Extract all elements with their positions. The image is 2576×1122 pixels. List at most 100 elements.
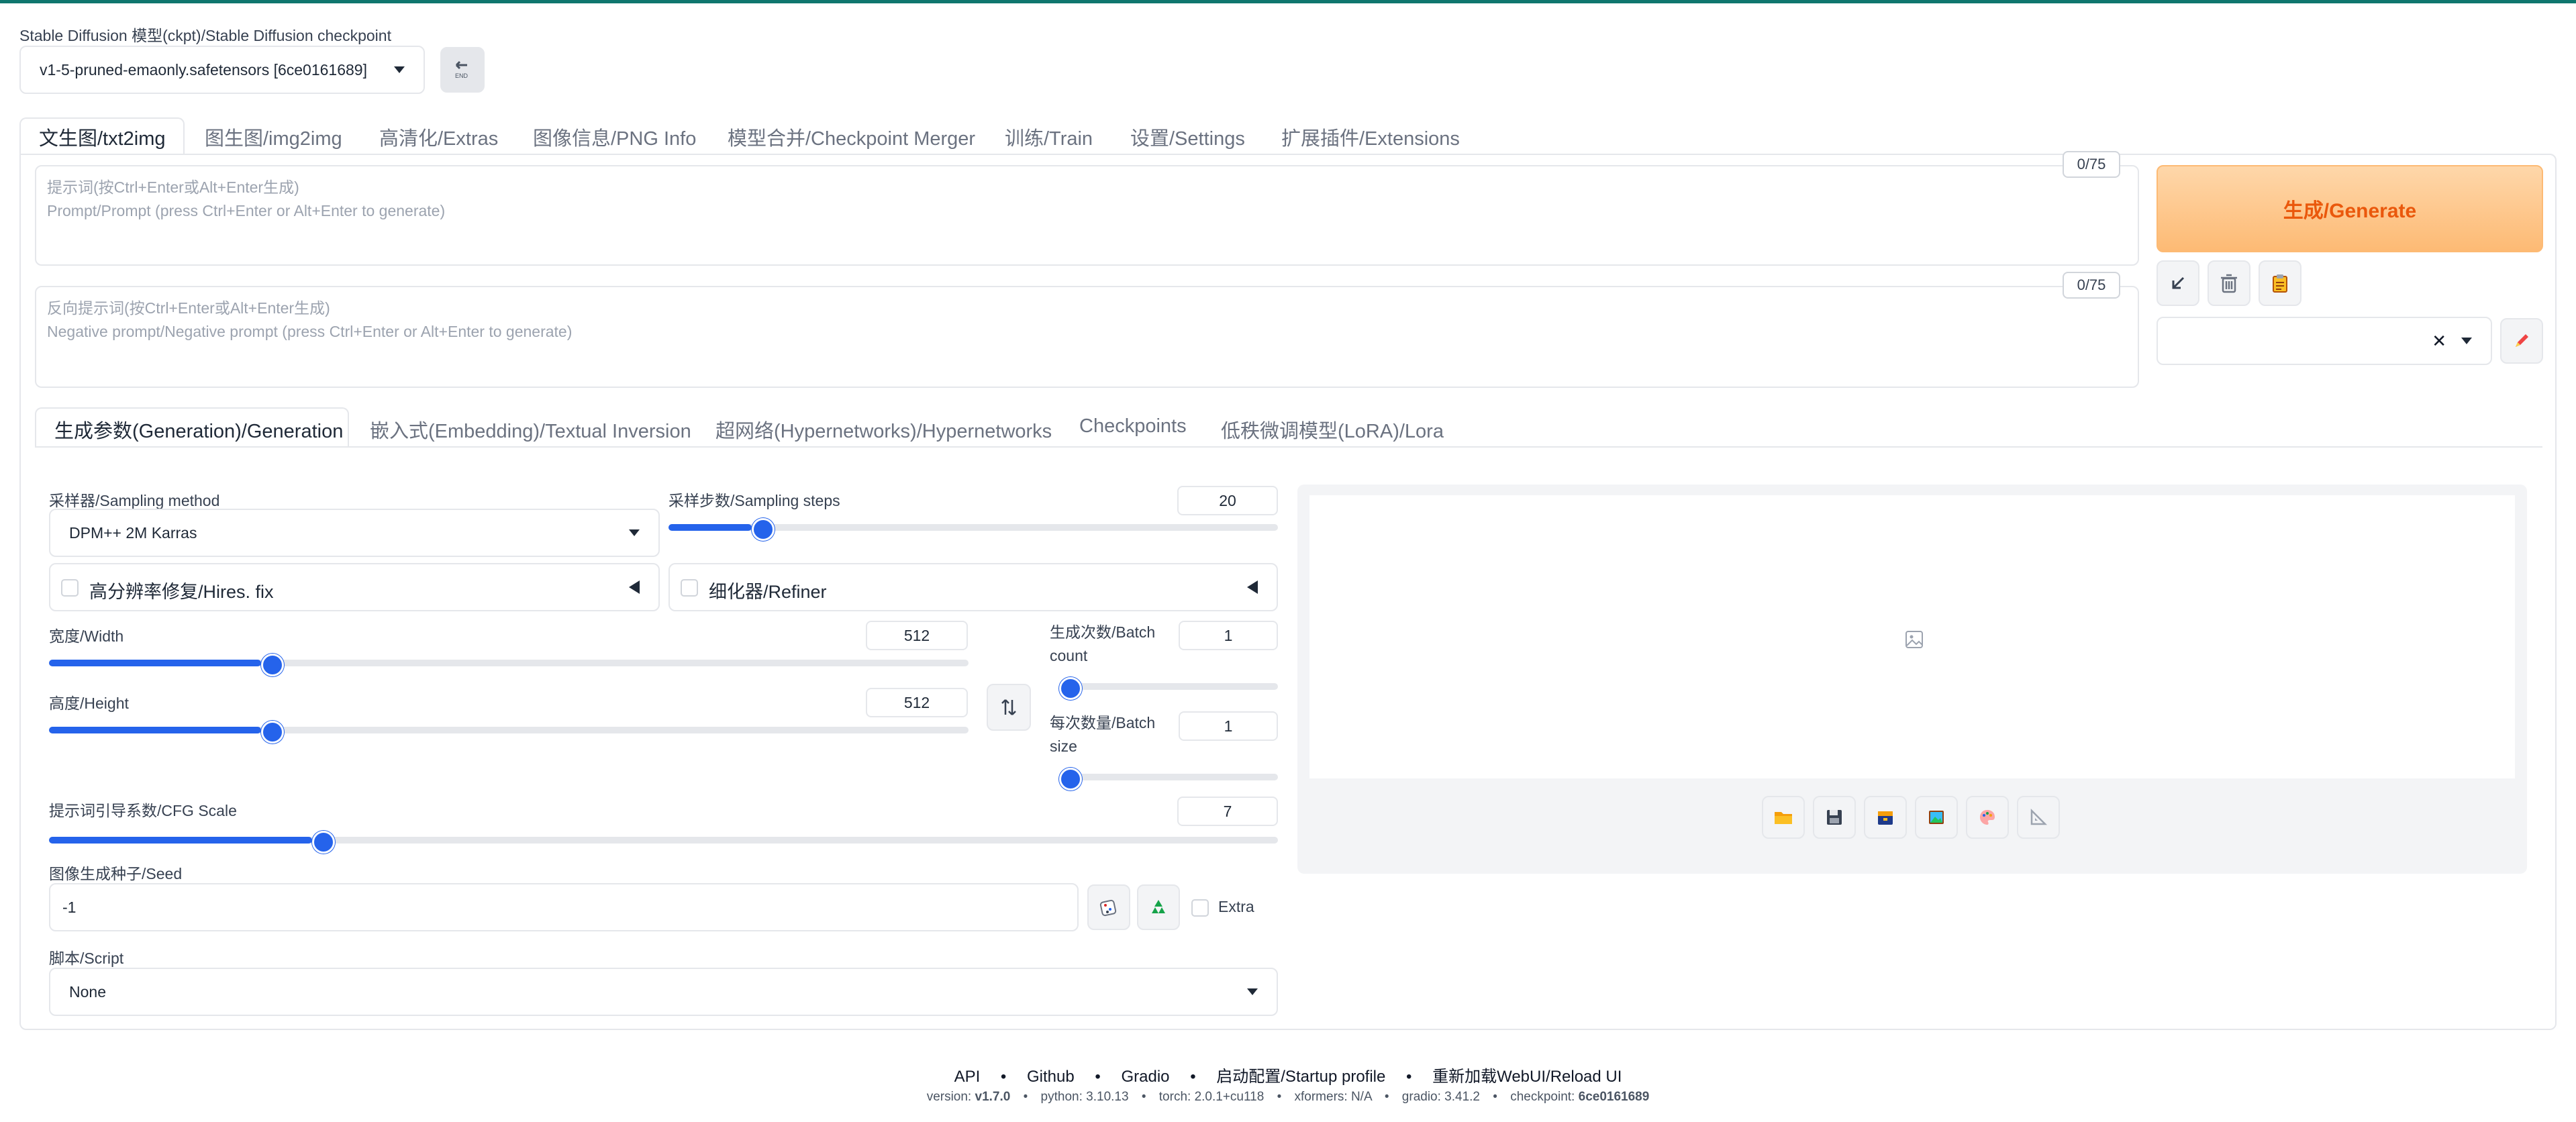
footer-link-api[interactable]: API [954,1068,981,1086]
random-seed-button[interactable] [1087,884,1130,930]
swap-vertical-icon [1001,699,1016,715]
batch-size-slider-thumb[interactable] [1059,768,1082,790]
batch-count-label: 生成次数/Batch count [1050,623,1156,664]
width-label: 宽度/Width [49,627,124,645]
main-tab-bar: 文生图/txt2img 图生图/img2img 高清化/Extras 图像信息/… [19,117,2557,155]
checkpoint-hash: 6ce0161689 [1578,1090,1650,1104]
footer-link-startup-profile[interactable]: 启动配置/Startup profile [1216,1068,1385,1086]
recycle-icon [1152,900,1165,913]
picture-icon [1929,811,1944,824]
send-to-inpaint-button[interactable] [1966,796,2009,839]
tab-textual-inversion[interactable]: 嵌入式(Embedding)/Textual Inversion [370,415,691,444]
tab-lora[interactable]: 低秩微调模型(LoRA)/Lora [1221,415,1444,444]
clear-prompt-button[interactable] [2208,260,2250,306]
torch-version: torch: 2.0.1+cu118 [1158,1090,1265,1104]
save-zip-button[interactable] [1864,796,1907,839]
cfg-slider-thumb[interactable] [311,831,335,854]
batch-size-slider[interactable] [1059,768,1278,790]
checkpoint-select[interactable]: v1-5-pruned-emaonly.safetensors [6ce0161… [19,46,425,94]
save-button[interactable] [1813,796,1856,839]
chevron-down-icon [394,66,405,73]
batch-count-slider[interactable] [1059,677,1278,700]
height-slider[interactable] [49,721,969,744]
width-input[interactable]: 512 [866,621,968,650]
script-select[interactable]: None [49,968,1278,1016]
tab-checkpoint-merger[interactable]: 模型合并/Checkpoint Merger [728,123,975,151]
tab-extras[interactable]: 高清化/Extras [379,123,498,151]
sampler-select[interactable]: DPM++ 2M Karras [49,509,660,557]
triangle-left-icon [1247,580,1258,594]
refiner-accordion[interactable]: 细化器/Refiner [668,563,1278,611]
xformers-version: xformers: N/A [1294,1090,1372,1104]
generate-button[interactable]: 生成/Generate [2157,165,2543,252]
output-gallery-panel [1297,484,2527,874]
script-label: 脚本/Script [49,950,124,967]
refresh-checkpoint-button[interactable]: END [440,47,485,93]
edit-styles-button[interactable] [2500,318,2543,364]
hires-fix-label: 高分辨率修复/Hires. fix [89,582,274,602]
tab-png-info[interactable]: 图像信息/PNG Info [533,123,696,151]
palette-icon [1980,810,1995,825]
open-folder-button[interactable] [1762,796,1805,839]
refiner-checkbox[interactable] [681,579,698,597]
archive-icon [1878,811,1893,825]
floppy-disk-icon [1827,810,1842,825]
cfg-slider[interactable] [49,831,1278,854]
svg-text:END: END [455,72,468,79]
footer-link-reload-ui[interactable]: 重新加载WebUI/Reload UI [1432,1068,1622,1086]
apply-styles-button[interactable] [2259,260,2301,306]
cfg-input[interactable]: 7 [1177,797,1278,826]
tab-txt2img[interactable]: 文生图/txt2img [39,123,166,151]
folder-icon [1775,812,1792,824]
checkpoint-value: v1-5-pruned-emaonly.safetensors [6ce0161… [40,60,367,79]
arrow-down-left-icon [2172,276,2185,289]
steps-input[interactable]: 20 [1177,486,1278,515]
batch-size-input[interactable]: 1 [1179,711,1278,741]
chevron-down-icon [1247,988,1258,995]
batch-count-slider-thumb[interactable] [1059,677,1082,700]
tab-extensions[interactable]: 扩展插件/Extensions [1281,123,1460,151]
tab-hypernetworks[interactable]: 超网络(Hypernetworks)/Hypernetworks [715,415,1052,444]
prompt-textarea[interactable]: 提示词(按Ctrl+Enter或Alt+Enter生成) Prompt/Prom… [35,165,2139,266]
seed-input[interactable]: -1 [49,883,1079,931]
steps-slider[interactable] [668,518,1278,541]
swap-dimensions-button[interactable] [987,684,1031,731]
prompt-token-counter: 0/75 [2063,151,2120,178]
negative-prompt-token-counter: 0/75 [2063,272,2120,299]
hires-fix-checkbox[interactable] [61,579,79,597]
tab-train[interactable]: 训练/Train [1005,123,1093,151]
clear-styles-icon[interactable]: ✕ [2432,331,2446,352]
reuse-seed-button[interactable] [1137,884,1180,930]
hires-fix-accordion[interactable]: 高分辨率修复/Hires. fix [49,563,660,611]
pencil-icon [2516,334,2528,347]
footer-version-info: version: v1.7.0 • python: 3.10.13 • torc… [926,1090,1650,1104]
tab-generation[interactable]: 生成参数(Generation)/Generation [54,415,343,444]
height-input[interactable]: 512 [866,688,968,717]
cfg-label: 提示词引导系数/CFG Scale [49,802,237,819]
chevron-down-icon [629,529,640,536]
read-params-button[interactable] [2157,260,2199,306]
footer-link-github[interactable]: Github [1027,1068,1075,1086]
batch-size-label: 每次数量/Batch size [1050,714,1156,755]
tab-img2img[interactable]: 图生图/img2img [205,123,342,151]
negative-prompt-placeholder-line1: 反向提示词(按Ctrl+Enter或Alt+Enter生成) [47,299,330,317]
gradio-version: gradio: 3.41.2 [1401,1090,1480,1104]
tab-settings[interactable]: 设置/Settings [1130,123,1245,151]
send-to-img2img-button[interactable] [1915,796,1958,839]
sub-tab-divider [35,446,2542,448]
extra-seed-checkbox[interactable] [1191,899,1209,917]
width-slider[interactable] [49,654,969,676]
seed-label: 图像生成种子/Seed [49,865,183,882]
tab-checkpoints[interactable]: Checkpoints [1079,415,1187,438]
seed-value: -1 [62,898,77,916]
extra-seed-label: Extra [1218,898,1254,915]
negative-prompt-textarea[interactable]: 反向提示词(按Ctrl+Enter或Alt+Enter生成) Negative … [35,286,2139,388]
top-accent-bar [0,0,2576,3]
send-to-extras-button[interactable] [2017,796,2060,839]
batch-count-input[interactable]: 1 [1179,621,1278,650]
footer-link-gradio[interactable]: Gradio [1121,1068,1169,1086]
styles-select[interactable]: ✕ [2157,317,2492,365]
sampler-label: 采样器/Sampling method [49,492,220,509]
python-version: python: 3.10.13 [1040,1090,1129,1104]
prompt-placeholder-line1: 提示词(按Ctrl+Enter或Alt+Enter生成) [47,178,299,196]
